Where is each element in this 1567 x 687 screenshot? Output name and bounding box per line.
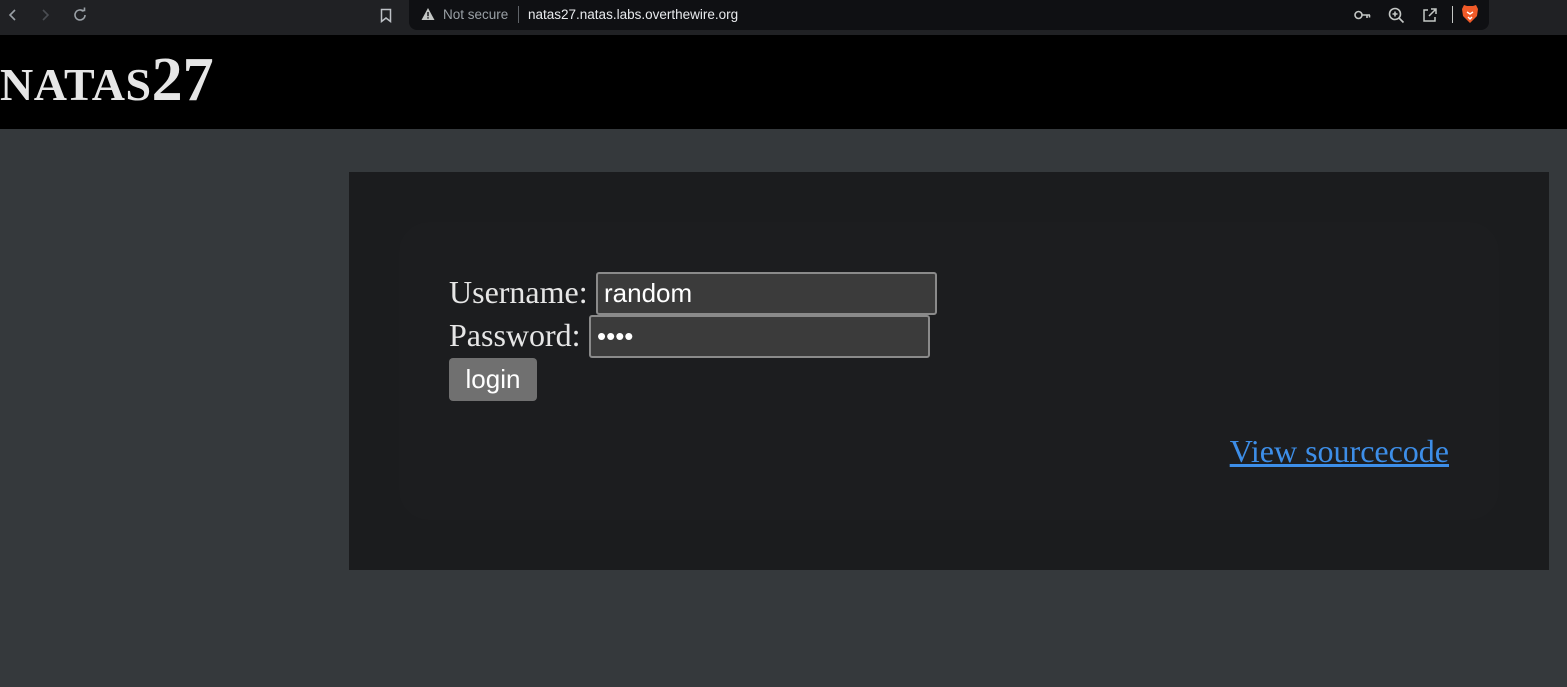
brave-shields-button[interactable]: [1461, 4, 1479, 24]
brave-lion-icon: [1462, 5, 1478, 23]
forward-button[interactable]: [33, 4, 57, 26]
key-icon: [1353, 10, 1370, 20]
username-label: Username:: [449, 274, 588, 310]
zoom-in-icon: [1388, 7, 1404, 23]
address-bar[interactable]: Not secure natas27.natas.labs.overthewir…: [409, 0, 1489, 30]
password-key-button[interactable]: [1352, 5, 1372, 25]
view-sourcecode-link[interactable]: View sourcecode: [1230, 432, 1449, 470]
reload-button[interactable]: [68, 4, 92, 26]
chevron-left-icon: [8, 9, 16, 21]
page-header: NATAS27: [0, 35, 1567, 129]
site-title-number: 27: [151, 46, 214, 114]
warning-triangle-icon[interactable]: [421, 7, 435, 21]
security-status-label[interactable]: Not secure: [443, 6, 508, 23]
url-text[interactable]: natas27.natas.labs.overthewire.org: [528, 6, 738, 23]
bookmark-icon: [380, 8, 392, 23]
content-panel: Username: Password: login View sourcecod…: [349, 172, 1549, 570]
omnibox-divider: [518, 6, 519, 23]
toolbar-divider: [1452, 6, 1453, 23]
password-label: Password:: [449, 317, 581, 353]
username-input[interactable]: [596, 272, 937, 315]
reload-icon: [74, 7, 86, 21]
login-button[interactable]: login: [449, 358, 537, 401]
share-icon: [1423, 8, 1437, 22]
zoom-button[interactable]: [1386, 5, 1406, 25]
site-title: NATAS27: [0, 49, 214, 111]
chevron-right-icon: [42, 9, 50, 21]
login-form-container: [399, 222, 1499, 520]
browser-toolbar: Not secure natas27.natas.labs.overthewir…: [0, 0, 1567, 35]
bookmark-button[interactable]: [374, 4, 398, 26]
password-input[interactable]: [589, 315, 930, 358]
back-button[interactable]: [1, 4, 25, 26]
site-title-prefix: NATAS: [0, 59, 152, 110]
share-button[interactable]: [1420, 5, 1440, 25]
